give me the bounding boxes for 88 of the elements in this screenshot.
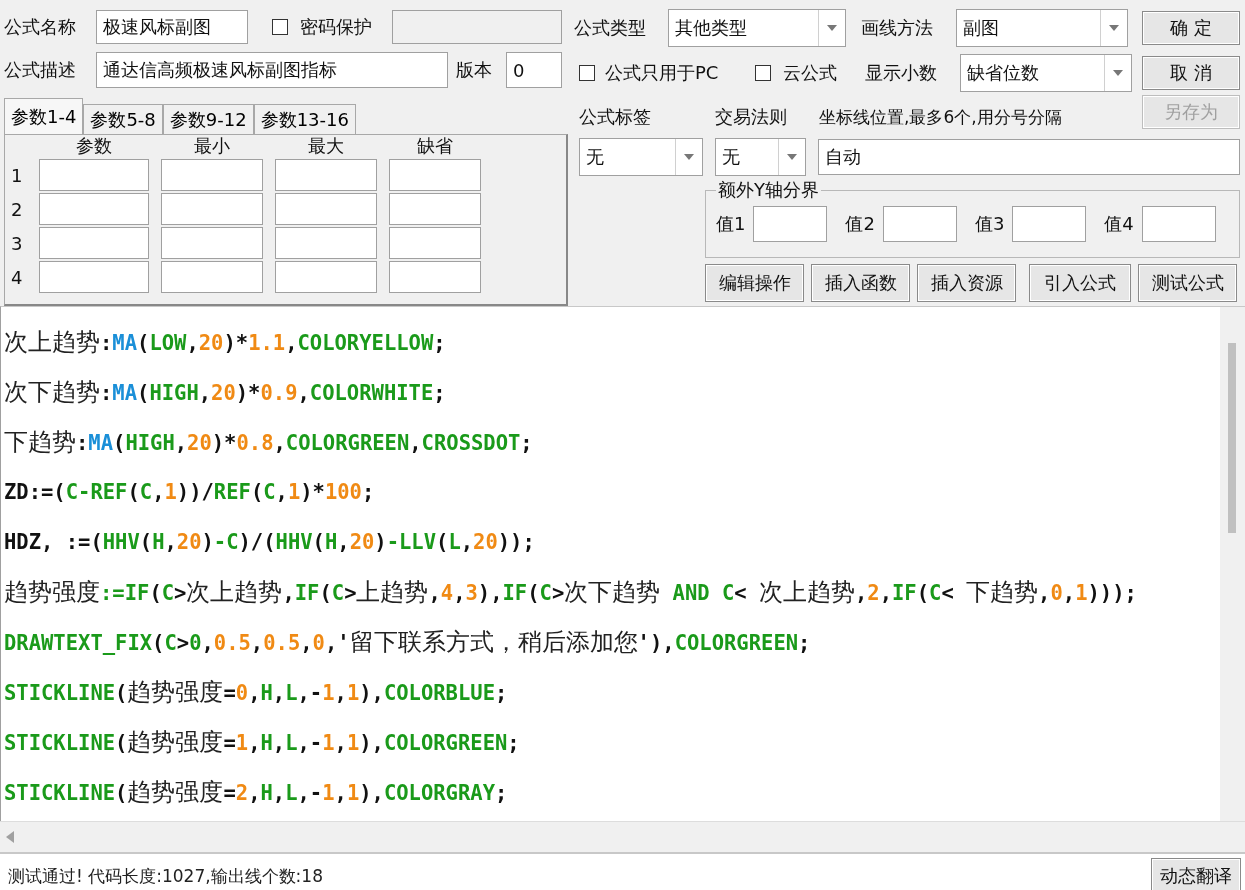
caret-icon	[1113, 70, 1123, 76]
action-button[interactable]: 插入资源	[917, 264, 1016, 302]
input-field[interactable]	[39, 227, 149, 259]
tab[interactable]: 参数9-12	[162, 104, 254, 134]
checkbox[interactable]	[272, 19, 288, 35]
field-label: 值3	[974, 212, 1005, 236]
caret-icon	[1109, 25, 1119, 31]
input-field[interactable]	[389, 193, 481, 225]
dropdown[interactable]: 无	[715, 138, 806, 176]
dropdown[interactable]: 无	[579, 138, 703, 176]
input-field[interactable]	[389, 159, 481, 191]
scroll-left-icon[interactable]	[6, 831, 14, 843]
row-number: 1	[11, 164, 24, 186]
input-field[interactable]	[161, 159, 263, 191]
description-field[interactable]: 通达信高频极速风标副图指标	[96, 52, 448, 88]
checkbox[interactable]	[579, 65, 595, 81]
input-field[interactable]	[1141, 206, 1216, 242]
input-field[interactable]	[882, 206, 957, 242]
input-field[interactable]	[275, 193, 377, 225]
input-field[interactable]	[275, 227, 377, 259]
row-number: 2	[11, 198, 24, 220]
code-line: STICKLINE(趋势强度=1,H,L,-1,1),COLORGREEN;	[3, 727, 521, 758]
code-line: STICKLINE(趋势强度=2,H,L,-1,1),COLORGRAY;	[3, 777, 509, 808]
code-line: STICKLINE(趋势强度=0,H,L,-1,1),COLORBLUE;	[3, 677, 509, 708]
code-line: 趋势强度:=IF(C>次上趋势,IF(C>上趋势,4,3),IF(C>次下趋势 AND C< 次上趋势,2,IF(C< 下趋势,0,1)));	[3, 577, 1138, 608]
caret-icon	[827, 25, 837, 31]
tab[interactable]: 参数5-8	[83, 104, 163, 134]
column-header: 缺省	[416, 135, 454, 157]
column-header: 最大	[307, 135, 345, 157]
axis-lines-field[interactable]: 自动	[818, 139, 1240, 175]
caret-icon	[684, 154, 694, 160]
code-line: 次上趋势:MA(LOW,20)*1.1,COLORYELLOW;	[3, 327, 447, 358]
input-field[interactable]	[39, 159, 149, 191]
field-label: 值1	[716, 212, 746, 236]
checkbox[interactable]	[755, 65, 771, 81]
dropdown[interactable]: 副图	[956, 9, 1128, 47]
code-line: ZD:=(C-REF(C,1))/REF(C,1)*100;	[3, 479, 376, 506]
tab[interactable]: 参数13-16	[253, 104, 356, 134]
column-header: 最小	[193, 135, 231, 157]
tab[interactable]: 参数1-4	[4, 98, 84, 134]
field-label: 值2	[845, 212, 875, 236]
column-header: 参数	[75, 135, 113, 157]
translate-button[interactable]: 动态翻译	[1151, 858, 1241, 890]
dropdown[interactable]: 其他类型	[668, 9, 846, 47]
dialog-button[interactable]: 取 消	[1142, 56, 1240, 90]
input-field[interactable]	[389, 227, 481, 259]
row-number: 3	[11, 232, 24, 254]
input-field[interactable]	[753, 206, 828, 242]
caret-icon	[787, 154, 797, 160]
action-button[interactable]: 测试公式	[1138, 264, 1237, 302]
code-line: HDZ, :=(HHV(H,20)-C)/(HHV(H,20)-LLV(L,20));	[3, 529, 536, 556]
field-label: 公式名称	[4, 15, 77, 39]
field-label: 显示小数	[865, 61, 938, 85]
action-button[interactable]: 插入函数	[811, 264, 910, 302]
dropdown[interactable]: 缺省位数	[960, 54, 1132, 92]
field-label: 画线方法	[861, 16, 934, 40]
action-button[interactable]: 编辑操作	[705, 264, 804, 302]
field-label: 坐标线位置,最多6个,用分号分隔	[819, 105, 1062, 129]
version-field[interactable]: 0	[506, 52, 562, 88]
checkbox-label: 密码保护	[300, 15, 373, 39]
input-field[interactable]	[161, 227, 263, 259]
field-label: 交易法则	[715, 105, 788, 129]
input-field[interactable]	[275, 159, 377, 191]
group-title: 额外Y轴分界	[716, 178, 821, 202]
checkbox-label: 云公式	[783, 61, 838, 85]
input-field[interactable]	[161, 261, 263, 293]
input-field[interactable]	[161, 193, 263, 225]
code-line: DRAWTEXT_FIX(C>0,0.5,0.5,0,'留下联系方式，稍后添加您'),COLORGREEN;	[3, 627, 812, 658]
name-field[interactable]: 极速风标副图	[96, 10, 248, 44]
field-label: 版本	[456, 58, 493, 82]
code-line: 下趋势:MA(HIGH,20)*0.8,COLORGREEN,CROSSDOT;	[3, 427, 534, 458]
status-text: 测试通过! 代码长度:1027,输出线个数:18	[8, 864, 323, 888]
input-field[interactable]	[275, 261, 377, 293]
input-field[interactable]	[1012, 206, 1087, 242]
field-label: 值4	[1104, 212, 1134, 236]
code-line: 次下趋势:MA(HIGH,20)*0.9,COLORWHITE;	[3, 377, 447, 408]
action-button[interactable]: 引入公式	[1029, 264, 1131, 302]
field-label: 公式标签	[579, 105, 652, 129]
input-field[interactable]	[389, 261, 481, 293]
checkbox-label: 公式只用于PC	[605, 61, 720, 85]
input-field[interactable]	[39, 261, 149, 293]
password-field[interactable]	[392, 10, 562, 44]
row-number: 4	[11, 266, 24, 288]
field-label: 公式描述	[4, 58, 77, 82]
input-field[interactable]	[39, 193, 149, 225]
field-label: 公式类型	[574, 16, 647, 40]
scrollbar[interactable]	[1220, 307, 1245, 821]
dialog-button[interactable]: 确 定	[1142, 11, 1240, 45]
